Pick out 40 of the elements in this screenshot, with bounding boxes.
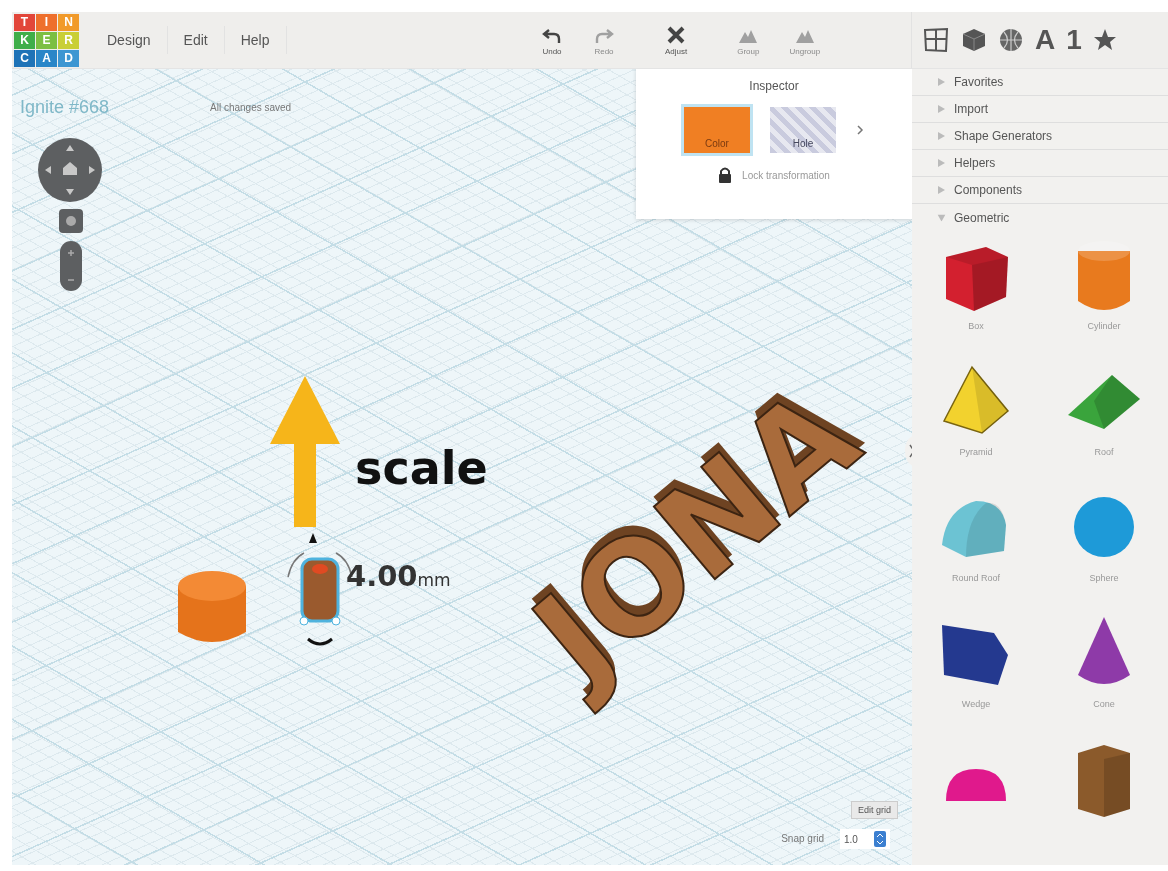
globe-icon[interactable] xyxy=(998,27,1024,53)
shape-label: Cone xyxy=(1093,699,1115,710)
menu-item[interactable]: Edit xyxy=(167,26,225,54)
shape-label: Pyramid xyxy=(959,447,993,458)
annotation-label: scale xyxy=(355,441,488,495)
hole-swatch[interactable]: Hole xyxy=(770,107,836,153)
inspector-title: Inspector xyxy=(749,79,799,93)
view-navigation-control[interactable] xyxy=(37,137,103,203)
undo-button[interactable]: Undo xyxy=(533,24,571,56)
shape-label: Cylinder xyxy=(1087,321,1121,332)
dimension-label[interactable]: 4.00mm xyxy=(346,559,451,593)
library-section[interactable]: Import xyxy=(912,96,1168,124)
library-section[interactable]: Shape Generators xyxy=(912,123,1168,151)
menu-item[interactable]: Design xyxy=(91,26,168,54)
menu-item[interactable]: Help xyxy=(224,26,287,54)
chevron-right-icon[interactable] xyxy=(856,125,864,135)
shape-label: Box xyxy=(968,321,984,332)
adjust-button[interactable]: Adjust xyxy=(657,24,696,56)
lock-icon[interactable] xyxy=(718,167,733,183)
panel-tab[interactable]: 1 xyxy=(1066,24,1082,56)
snap-grid-label: Snap grid xyxy=(781,833,824,844)
shape-label: Wedge xyxy=(961,699,991,710)
home-view-button[interactable] xyxy=(59,209,83,233)
star-icon[interactable] xyxy=(1092,28,1117,52)
panel-tab[interactable]: A xyxy=(1035,24,1056,56)
snap-grid-select[interactable]: 1.0 xyxy=(840,829,890,849)
zoom-control[interactable] xyxy=(60,241,82,291)
stepper-icon[interactable] xyxy=(874,831,886,847)
cube-icon[interactable] xyxy=(961,27,987,53)
library-section[interactable]: Components xyxy=(912,177,1168,205)
workplane-icon[interactable] xyxy=(922,26,950,54)
shape-label: Roof xyxy=(1094,447,1114,458)
library-section[interactable]: Helpers xyxy=(912,150,1168,178)
edit-grid-button[interactable]: Edit grid xyxy=(850,801,898,819)
library-section[interactable]: Favorites xyxy=(912,69,1168,97)
save-status: All changes saved xyxy=(210,102,292,113)
shape-label: Sphere xyxy=(1089,573,1119,584)
shape-label: Round Roof xyxy=(951,573,1000,584)
logo[interactable]: T I N K E R C A D xyxy=(14,13,79,67)
library-section[interactable]: Geometric xyxy=(912,204,1168,232)
